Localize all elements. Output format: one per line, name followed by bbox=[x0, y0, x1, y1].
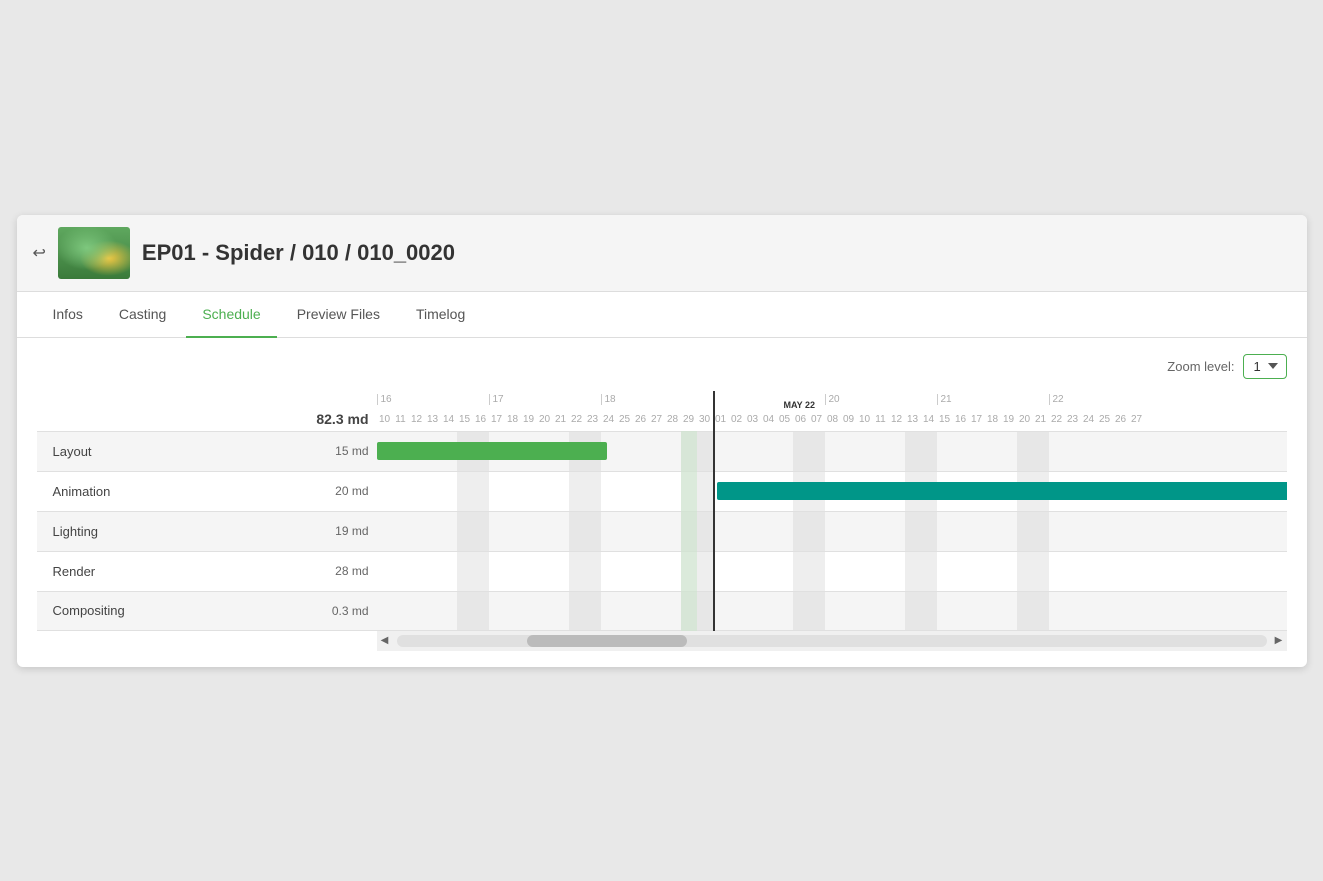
row-label-render: Render bbox=[37, 564, 317, 579]
bar-animation bbox=[717, 482, 1287, 500]
gantt-body-row-layout bbox=[377, 431, 1287, 471]
gantt-left-header: 82.3 md bbox=[37, 391, 377, 431]
page-title: EP01 - Spider / 010 / 010_0020 bbox=[142, 240, 455, 266]
content-area: Zoom level: 1 2 3 82.3 md Layout 15 md bbox=[17, 338, 1307, 667]
row-md-layout: 15 md bbox=[317, 444, 377, 458]
row-md-render: 28 md bbox=[317, 564, 377, 578]
bar-layout bbox=[377, 442, 607, 460]
gantt-body bbox=[377, 431, 1287, 631]
thumbnail bbox=[58, 227, 130, 279]
row-md-compositing: 0.3 md bbox=[317, 604, 377, 618]
gantt-scrollbar[interactable]: ◀ ▶ bbox=[377, 631, 1287, 651]
scroll-track bbox=[397, 635, 1267, 647]
gantt-main: 82.3 md Layout 15 md Animation 20 md Lig… bbox=[37, 391, 1287, 651]
zoom-row: Zoom level: 1 2 3 bbox=[37, 354, 1287, 379]
gantt-row-lighting: Lighting 19 md bbox=[37, 511, 377, 551]
tab-preview-files[interactable]: Preview Files bbox=[281, 292, 396, 338]
gantt-row-compositing: Compositing 0.3 md bbox=[37, 591, 377, 631]
row-md-lighting: 19 md bbox=[317, 524, 377, 538]
gantt-body-row-render bbox=[377, 551, 1287, 591]
scroll-right-button[interactable]: ▶ bbox=[1271, 633, 1287, 649]
gantt-row-animation: Animation 20 md bbox=[37, 471, 377, 511]
scroll-thumb[interactable] bbox=[527, 635, 687, 647]
gantt-row-layout: Layout 15 md bbox=[37, 431, 377, 471]
header: ↩ EP01 - Spider / 010 / 010_0020 bbox=[17, 215, 1307, 292]
tab-casting[interactable]: Casting bbox=[103, 292, 182, 338]
gantt-row-render: Render 28 md bbox=[37, 551, 377, 591]
gantt-chart: 82.3 md Layout 15 md Animation 20 md Lig… bbox=[37, 391, 1287, 651]
scroll-left-button[interactable]: ◀ bbox=[377, 633, 393, 649]
row-label-lighting: Lighting bbox=[37, 524, 317, 539]
tab-timelog[interactable]: Timelog bbox=[400, 292, 481, 338]
gantt-body-row-animation bbox=[377, 471, 1287, 511]
row-md-animation: 20 md bbox=[317, 484, 377, 498]
back-button[interactable]: ↩ bbox=[33, 243, 46, 263]
gantt-body-row-compositing bbox=[377, 591, 1287, 631]
main-container: ↩ EP01 - Spider / 010 / 010_0020 Infos C… bbox=[17, 215, 1307, 667]
tab-infos[interactable]: Infos bbox=[37, 292, 99, 338]
row-label-animation: Animation bbox=[37, 484, 317, 499]
row-label-compositing: Compositing bbox=[37, 603, 317, 618]
row-label-layout: Layout bbox=[37, 444, 317, 459]
total-md: 82.3 md bbox=[316, 411, 368, 427]
gantt-right: 16 17 18 MAY 22 20 bbox=[377, 391, 1287, 651]
tabs: Infos Casting Schedule Preview Files Tim… bbox=[17, 292, 1307, 338]
gantt-left: 82.3 md Layout 15 md Animation 20 md Lig… bbox=[37, 391, 377, 651]
tab-schedule[interactable]: Schedule bbox=[186, 292, 276, 338]
gantt-header: 16 17 18 MAY 22 20 bbox=[377, 391, 1287, 431]
gantt-body-row-lighting bbox=[377, 511, 1287, 551]
zoom-label: Zoom level: bbox=[1167, 359, 1234, 374]
zoom-select[interactable]: 1 2 3 bbox=[1243, 354, 1287, 379]
back-icon: ↩ bbox=[33, 243, 46, 263]
